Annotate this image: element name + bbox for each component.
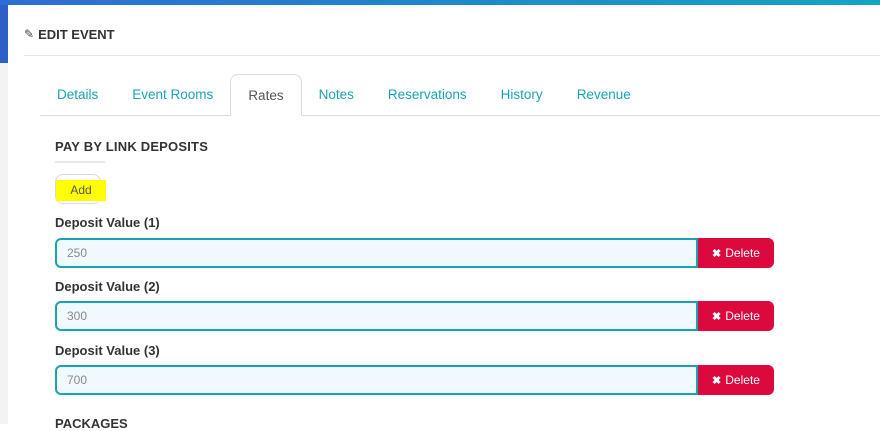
pencil-icon: ✎: [24, 27, 35, 41]
tab-details[interactable]: Details: [40, 74, 115, 116]
deposit-value-input-2[interactable]: [55, 301, 698, 331]
tab-bar: Details Event Rooms Rates Notes Reservat…: [40, 74, 648, 116]
close-icon: ✖: [712, 310, 722, 323]
tabs-divider: [40, 115, 880, 116]
delete-button-label: Delete: [725, 309, 760, 323]
deposit-value-input-3[interactable]: [55, 365, 698, 395]
close-icon: ✖: [712, 247, 722, 260]
tab-notes[interactable]: Notes: [302, 74, 371, 116]
tab-history[interactable]: History: [484, 74, 560, 116]
page-title: EDIT EVENT: [38, 26, 115, 42]
delete-deposit-button-3[interactable]: ✖ Delete: [698, 365, 774, 395]
delete-button-label: Delete: [725, 373, 760, 387]
add-button-label[interactable]: Add: [56, 180, 106, 201]
header-divider: [24, 55, 880, 56]
tab-rates[interactable]: Rates: [230, 74, 302, 116]
section-underline: [55, 161, 105, 163]
deposit-label-2: Deposit Value (2): [55, 279, 160, 294]
delete-button-label: Delete: [725, 246, 760, 260]
left-sidebar-edge: [0, 5, 8, 424]
close-icon: ✖: [712, 374, 722, 387]
deposit-row-3: ✖ Delete: [55, 365, 774, 395]
deposit-label-1: Deposit Value (1): [55, 215, 160, 230]
deposit-label-3: Deposit Value (3): [55, 343, 160, 358]
tab-revenue[interactable]: Revenue: [560, 74, 648, 116]
delete-deposit-button-1[interactable]: ✖ Delete: [698, 238, 774, 268]
deposit-row-2: ✖ Delete: [55, 301, 774, 331]
panel-header: ✎ EDIT EVENT: [24, 23, 115, 45]
deposit-value-input-1[interactable]: [55, 238, 698, 268]
deposit-row-1: ✖ Delete: [55, 238, 774, 268]
tab-event-rooms[interactable]: Event Rooms: [115, 74, 230, 116]
tab-reservations[interactable]: Reservations: [371, 74, 484, 116]
section-title-deposits: PAY BY LINK DEPOSITS: [55, 139, 209, 154]
sidebar-accent: [0, 5, 8, 63]
edit-event-panel: ✎ EDIT EVENT Details Event Rooms Rates N…: [8, 5, 880, 431]
delete-deposit-button-2[interactable]: ✖ Delete: [698, 301, 774, 331]
